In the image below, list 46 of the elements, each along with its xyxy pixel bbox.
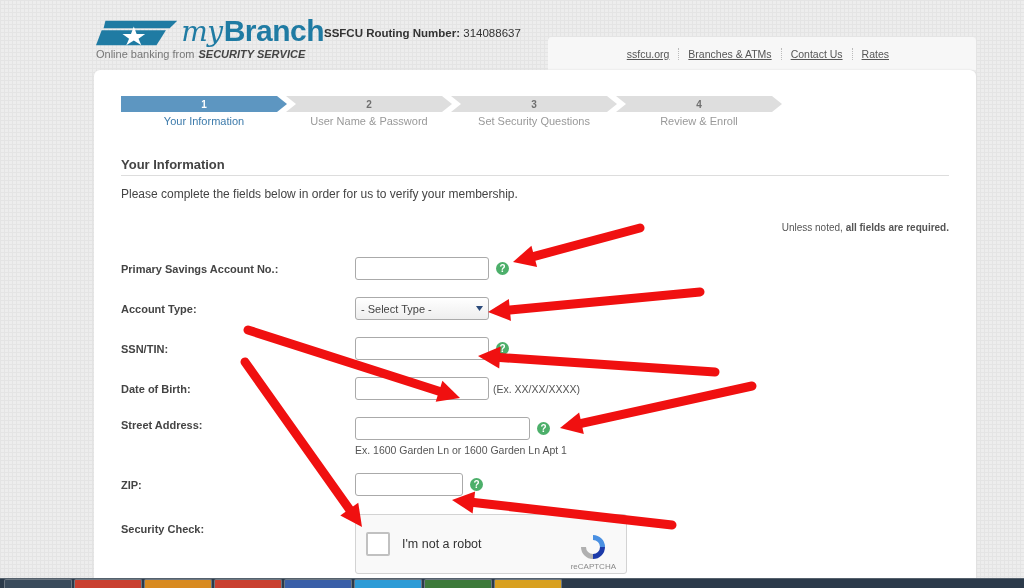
field-label: Primary Savings Account No.:: [121, 262, 280, 275]
field-label: ZIP:: [121, 478, 143, 491]
field-label: Account Type:: [121, 302, 198, 315]
taskbar-button[interactable]: [284, 579, 352, 588]
logo-wordmark: myBranch: [181, 17, 324, 46]
taskbar-button[interactable]: [4, 579, 72, 588]
input-field[interactable]: [355, 473, 463, 496]
step-chevron: 3: [451, 96, 617, 112]
input-field[interactable]: [355, 257, 489, 280]
format-hint: Ex. 1600 Garden Ln or 1600 Garden Ln Apt 1: [355, 444, 567, 456]
captcha-brand: reCAPTCHA: [570, 562, 616, 571]
captcha-checkbox[interactable]: [366, 532, 390, 556]
type-dropdown[interactable]: - Select Type -: [355, 297, 489, 320]
nav-link[interactable]: ssfcu.org: [617, 47, 679, 60]
routing-number: SSFCU Routing Number: 314088637: [324, 27, 521, 39]
field-label: Street Address:: [121, 418, 204, 431]
taskbar-button[interactable]: [144, 579, 212, 588]
intro-text: Please complete the fields below in order for us to verify your membership.: [121, 187, 519, 201]
nav-link[interactable]: Rates: [851, 47, 898, 60]
step-label: User Name & Password: [310, 115, 428, 127]
star-logo-icon: [96, 20, 178, 46]
captcha-label: I'm not a robot: [402, 537, 483, 551]
taskbar-button[interactable]: [494, 579, 562, 588]
section-title: Your Information: [121, 157, 949, 176]
taskbar-button[interactable]: [354, 579, 422, 588]
step-label: Set Security Questions: [478, 115, 590, 127]
input-field[interactable]: [355, 337, 489, 360]
caret-icon: [476, 306, 483, 311]
company-name: SECURITY SERVICE: [198, 48, 306, 60]
step-chevron: 1: [121, 96, 287, 112]
taskbar-button[interactable]: [214, 579, 282, 588]
field-label: Date of Birth:: [121, 382, 192, 395]
nav-link[interactable]: Branches & ATMs: [678, 47, 781, 60]
input-field[interactable]: [355, 417, 530, 440]
step-chevron: 4: [616, 96, 782, 112]
step-label: Review & Enroll: [660, 115, 738, 127]
step-label: Your Information: [163, 115, 245, 127]
step-chevron: 2: [286, 96, 452, 112]
logo-tagline: Online banking from: [96, 48, 195, 60]
field-label: Security Check:: [121, 523, 206, 535]
required-note: Unless noted, all fields are required.: [781, 222, 949, 233]
format-hint: (Ex. XX/XX/XXXX): [493, 382, 580, 395]
nav-link[interactable]: Contact Us: [780, 47, 852, 60]
field-label: SSN/TIN:: [121, 342, 170, 355]
taskbar-button[interactable]: [424, 579, 492, 588]
taskbar-button[interactable]: [74, 579, 142, 588]
